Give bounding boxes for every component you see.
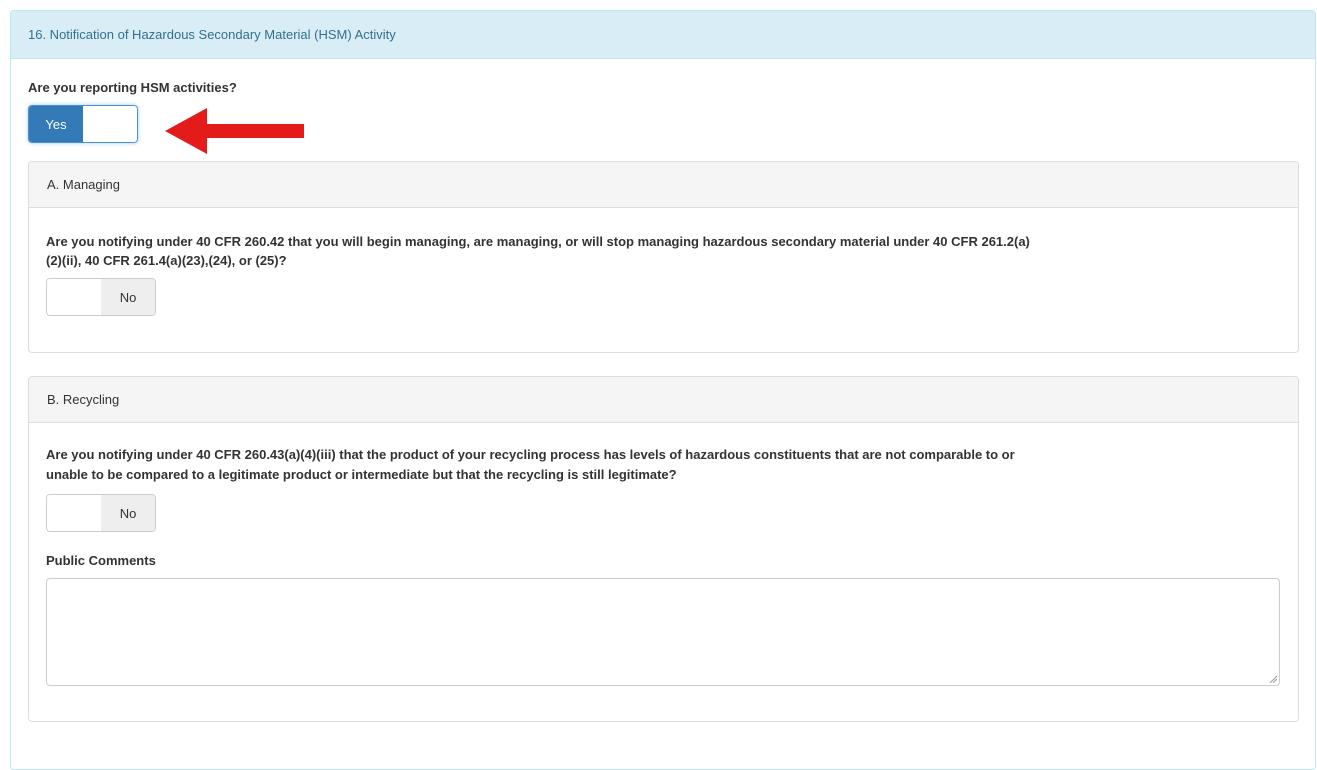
public-comments-textarea[interactable] — [46, 578, 1280, 686]
toggle-handle — [83, 106, 137, 142]
recycling-heading: B. Recycling — [29, 377, 1298, 423]
toggle-no-label: No — [101, 279, 155, 315]
toggle-handle — [47, 279, 101, 315]
public-comments-label: Public Comments — [46, 553, 156, 568]
toggle-yes-label: Yes — [29, 106, 83, 142]
recycling-question-line1: Are you notifying under 40 CFR 260.43(a)… — [46, 447, 1015, 462]
hsm-toggle[interactable]: Yes — [28, 105, 138, 143]
hsm-question: Are you reporting HSM activities? — [28, 80, 237, 95]
managing-question-line2: (2)(ii), 40 CFR 261.4(a)(23),(24), or (2… — [46, 253, 287, 268]
recycling-question-line2: unable to be compared to a legitimate pr… — [46, 467, 677, 482]
recycling-toggle[interactable]: No — [46, 494, 156, 532]
red-arrow-icon — [165, 108, 304, 154]
toggle-no-label: No — [101, 495, 155, 531]
managing-heading: A. Managing — [29, 162, 1298, 208]
managing-question-line1: Are you notifying under 40 CFR 260.42 th… — [46, 234, 1030, 249]
panel-title: 16. Notification of Hazardous Secondary … — [11, 11, 1315, 59]
toggle-handle — [47, 495, 101, 531]
resize-grip-icon[interactable] — [1269, 675, 1277, 683]
managing-toggle[interactable]: No — [46, 278, 156, 316]
